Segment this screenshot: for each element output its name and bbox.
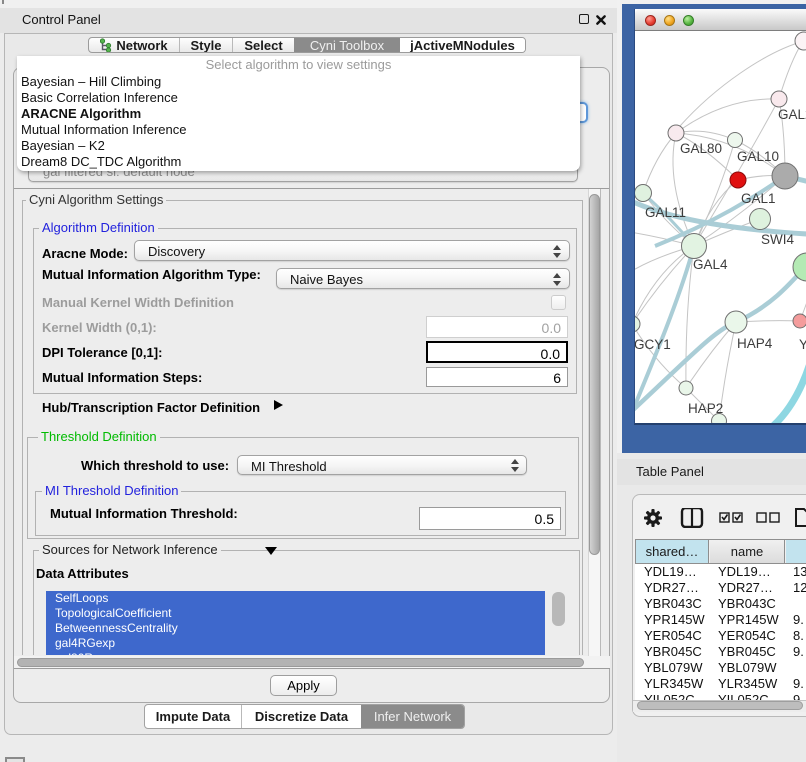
svg-text:GAL80: GAL80 bbox=[680, 141, 722, 156]
svg-text:GAL4: GAL4 bbox=[693, 257, 728, 272]
svg-text:HAP4: HAP4 bbox=[737, 336, 773, 351]
svg-text:GAL11: GAL11 bbox=[645, 205, 686, 220]
svg-text:GCY1: GCY1 bbox=[635, 337, 671, 352]
svg-text:GAL1: GAL1 bbox=[741, 191, 776, 206]
svg-text:SWI4: SWI4 bbox=[761, 232, 794, 247]
svg-text:GAL10: GAL10 bbox=[737, 149, 779, 164]
svg-text:GAL2: GAL2 bbox=[778, 107, 806, 122]
svg-text:HAP2: HAP2 bbox=[688, 401, 723, 416]
svg-text:YEL: YEL bbox=[799, 337, 806, 352]
